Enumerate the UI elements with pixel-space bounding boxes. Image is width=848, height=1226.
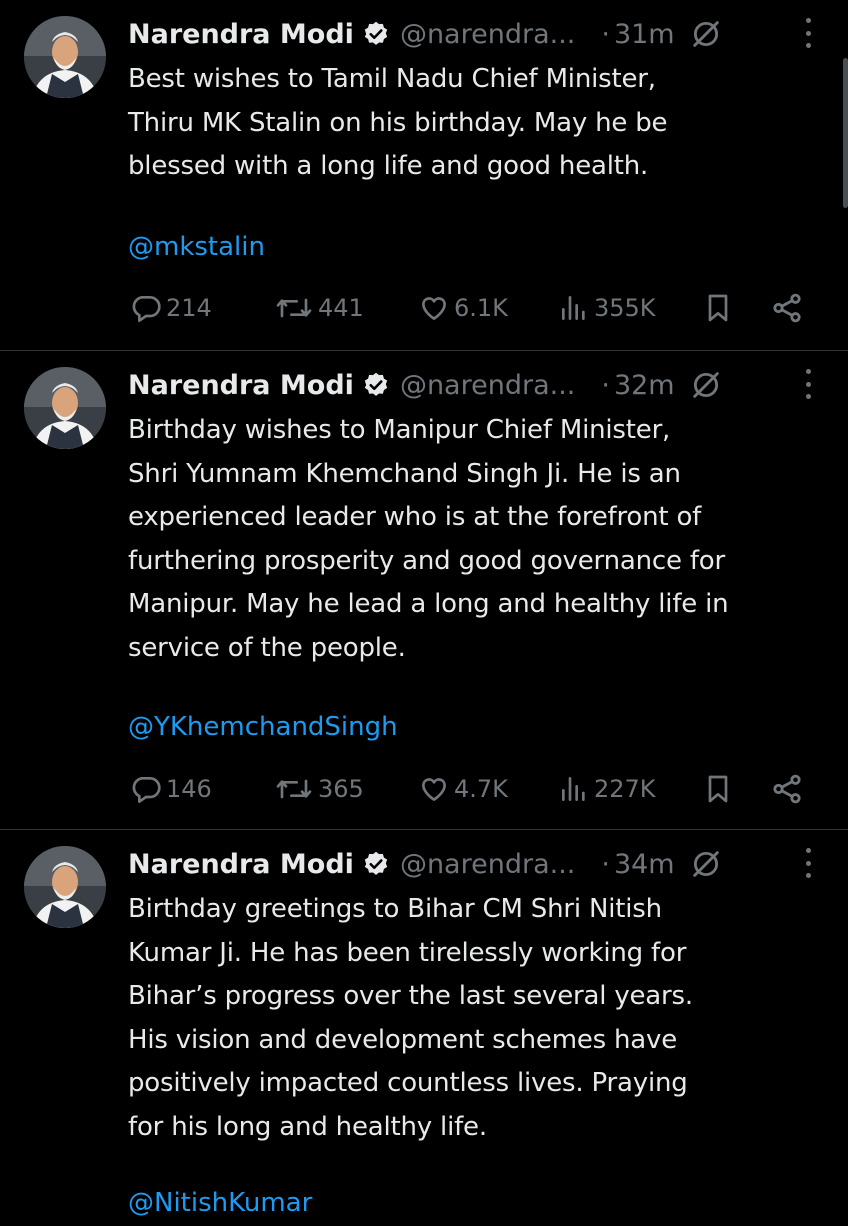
views-icon [562,296,585,320]
tweet-text: Birthday wishes to Manipur Chief Ministe… [128,409,828,670]
reply-count: 146 [166,775,212,803]
tweet[interactable]: Narendra Modi @narendra... · 34m Birthda… [0,830,848,1218]
tweet-text-line: Shri Yumnam Khemchand Singh Ji. He is an [128,458,681,489]
edited-icon [689,368,723,402]
repost-button[interactable]: 365 [274,769,364,809]
tweet-text-line: furthering prosperity and good governanc… [128,545,725,576]
tweet-text-line: blessed with a long life and good health… [128,151,649,181]
verified-badge-icon [362,20,390,48]
tweet-text-line: Birthday wishes to Manipur Chief Ministe… [128,415,671,445]
reply-count: 214 [166,294,212,322]
view-count: 227K [594,775,656,803]
like-count: 6.1K [454,294,508,322]
tweet-text: Birthday greetings to Bihar CM Shri Niti… [128,888,828,1149]
tweet-text-line: His vision and development schemes have [128,1024,678,1055]
verified-badge-icon [362,371,390,399]
tweet-header: Narendra Modi @narendra... · 32m [128,365,818,405]
bookmark-icon [708,775,728,803]
bookmark-icon [708,294,728,322]
tweet-text-line: experienced leader who is at the forefro… [128,502,702,532]
bookmark-button[interactable] [702,769,738,809]
tweet[interactable]: Narendra Modi @narendra... · 32m Birthda… [0,351,848,830]
tweet-actions: 214 441 6.1K 355K [130,288,810,328]
separator-dot: · [601,848,610,880]
tweet-header: Narendra Modi @narendra... · 34m [128,844,818,884]
share-icon [773,774,801,804]
tweet-text-line: for his long and healthy life. [128,1111,487,1142]
tweet-text: Best wishes to Tamil Nadu Chief Minister… [128,58,828,189]
more-options-icon[interactable] [798,18,818,48]
author-name[interactable]: Narendra Modi [128,370,354,401]
repost-count: 365 [318,775,364,803]
separator-dot: · [601,18,610,50]
like-icon [422,778,446,801]
tweet-text-line: Manipur. May he lead a long and healthy … [128,589,729,619]
reply-button[interactable]: 146 [130,769,212,809]
author-handle[interactable]: @narendra... [400,370,575,401]
like-button[interactable]: 6.1K [418,288,508,328]
tweet-text-line: Best wishes to Tamil Nadu Chief Minister… [128,64,656,94]
repost-icon [276,298,312,318]
repost-icon [276,779,312,799]
mention-link[interactable]: @NitishKumar [128,1182,312,1226]
author-handle[interactable]: @narendra... [400,849,575,880]
like-button[interactable]: 4.7K [418,769,508,809]
repost-count: 441 [318,294,364,322]
mention-link[interactable]: @mkstalin [128,226,265,270]
author-handle[interactable]: @narendra... [400,19,575,50]
tweet-text-line: Bihar’s progress over the last several y… [128,981,693,1011]
tweet[interactable]: Narendra Modi @narendra... · 31m Best wi… [0,0,848,351]
tweet-text-line: Thiru MK Stalin on his birthday. May he … [128,107,668,138]
author-name[interactable]: Narendra Modi [128,849,354,880]
tweet-actions: 146 365 4.7K 227K [130,769,810,809]
more-options-icon[interactable] [798,369,818,399]
timestamp[interactable]: 34m [614,849,675,880]
verified-badge-icon [362,850,390,878]
share-icon [773,293,801,323]
edited-icon [689,847,723,881]
reply-icon [132,777,161,803]
timestamp[interactable]: 31m [614,19,675,50]
tweet-header: Narendra Modi @narendra... · 31m [128,14,818,54]
edited-icon [689,17,723,51]
avatar[interactable] [24,846,106,928]
tweet-text-line: Kumar Ji. He has been tirelessly working… [128,937,687,968]
like-count: 4.7K [454,775,508,803]
tweet-text-line: service of the people. [128,632,406,663]
more-options-icon[interactable] [798,848,818,878]
views-button[interactable]: 227K [558,769,656,809]
share-button[interactable] [770,288,808,328]
repost-button[interactable]: 441 [274,288,364,328]
scrollbar[interactable] [840,0,848,210]
share-button[interactable] [770,769,808,809]
timeline-feed: Narendra Modi @narendra... · 31m Best wi… [0,0,848,1218]
like-icon [422,297,446,320]
reply-icon [132,296,161,322]
mention-link[interactable]: @YKhemchandSingh [128,706,398,750]
views-button[interactable]: 355K [558,288,656,328]
avatar[interactable] [24,367,106,449]
tweet-text-line: positively impacted countless lives. Pra… [128,1068,688,1098]
author-name[interactable]: Narendra Modi [128,19,354,50]
avatar[interactable] [24,16,106,98]
separator-dot: · [601,369,610,401]
reply-button[interactable]: 214 [130,288,212,328]
view-count: 355K [594,294,656,322]
scrollbar-thumb[interactable] [843,58,848,208]
tweet-text-line: Birthday greetings to Bihar CM Shri Niti… [128,894,662,924]
views-icon [562,777,585,801]
timestamp[interactable]: 32m [614,370,675,401]
bookmark-button[interactable] [702,288,738,328]
